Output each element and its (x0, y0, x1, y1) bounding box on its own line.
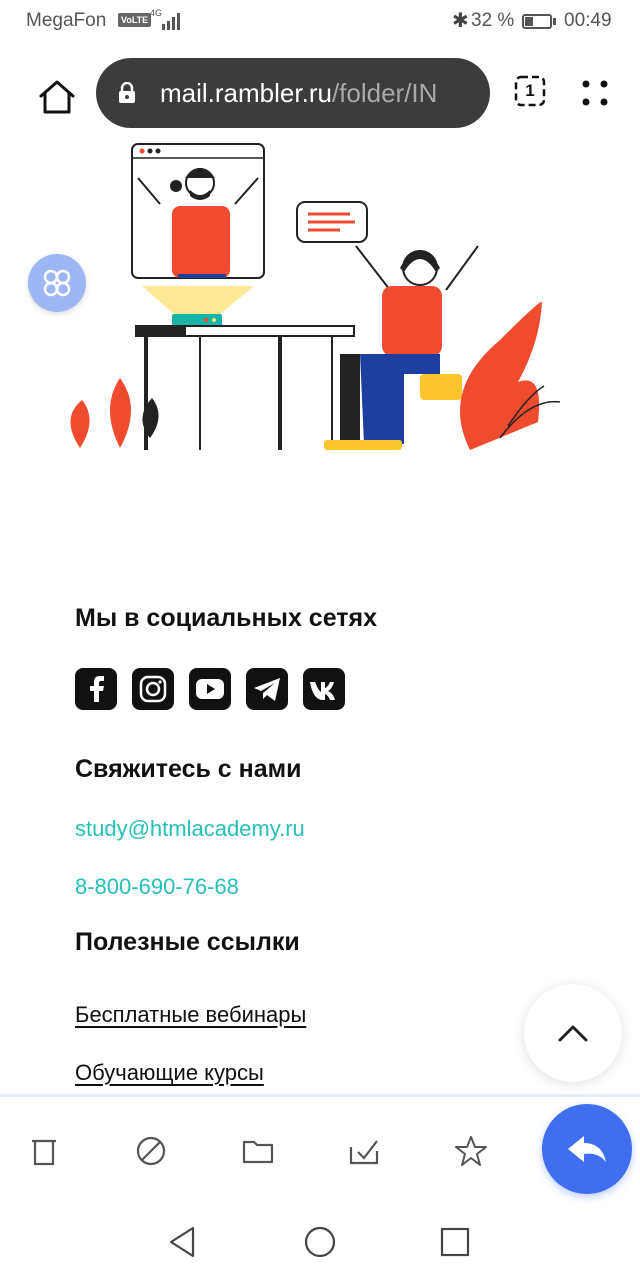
lock-icon (119, 82, 135, 103)
trash-icon[interactable] (24, 1131, 64, 1171)
folder-icon[interactable] (238, 1131, 278, 1171)
battery-icon (522, 14, 552, 29)
mark-read-icon[interactable] (345, 1131, 385, 1171)
phone-link[interactable]: 8-800-690-76-68 (75, 874, 239, 900)
tabs-count: 1 (525, 81, 535, 100)
contact-title: Свяжитесь с нами (75, 755, 302, 783)
chevron-up-icon (558, 1025, 588, 1042)
url-text: mail.rambler.ru/folder/IN (160, 78, 437, 109)
address-bar[interactable]: mail.rambler.ru/folder/IN (96, 58, 490, 128)
reply-button[interactable] (542, 1104, 632, 1194)
back-icon[interactable] (163, 1222, 203, 1262)
browser-bar: mail.rambler.ru/folder/IN 1 (0, 56, 640, 132)
menu-dots-icon[interactable] (578, 76, 612, 110)
carrier-name: MegaFon (26, 10, 107, 31)
reply-icon (568, 1136, 606, 1162)
email-link[interactable]: study@htmlacademy.ru (75, 816, 305, 842)
url-path: /folder/IN (331, 78, 438, 108)
social-title: Мы в социальных сетях (75, 604, 378, 632)
spam-icon[interactable] (131, 1131, 171, 1171)
vk-icon[interactable] (303, 668, 345, 710)
apps-grid-icon (43, 269, 71, 297)
status-bar: MegaFon VoLTE 4G ✱ 32 % 00:49 (0, 0, 640, 44)
system-navigation-bar (0, 1204, 640, 1280)
facebook-icon[interactable] (75, 668, 117, 710)
home-nav-icon[interactable] (300, 1222, 340, 1262)
recents-icon[interactable] (435, 1222, 475, 1262)
courses-link[interactable]: Обучающие курсы (75, 1060, 264, 1086)
scroll-to-top-button[interactable] (524, 984, 622, 1082)
video-call-illustration (70, 143, 561, 450)
youtube-icon[interactable] (189, 668, 231, 710)
apps-button[interactable] (28, 254, 86, 312)
battery-tip (553, 18, 556, 25)
clock: 00:49 (564, 10, 612, 31)
instagram-icon[interactable] (132, 668, 174, 710)
volte-badge: VoLTE (118, 13, 152, 27)
links-title: Полезные ссылки (75, 928, 300, 956)
telegram-icon[interactable] (246, 668, 288, 710)
battery-fill (525, 17, 534, 26)
url-domain: mail.rambler.ru (160, 78, 332, 108)
webinars-link[interactable]: Бесплатные вебинары (75, 1002, 306, 1028)
star-icon[interactable] (451, 1131, 491, 1171)
battery-percent: 32 % (471, 10, 515, 31)
tabs-button[interactable]: 1 (513, 74, 547, 108)
home-icon[interactable] (36, 76, 78, 118)
signal-icon (162, 13, 180, 30)
bluetooth-icon: ✱ (452, 10, 469, 32)
